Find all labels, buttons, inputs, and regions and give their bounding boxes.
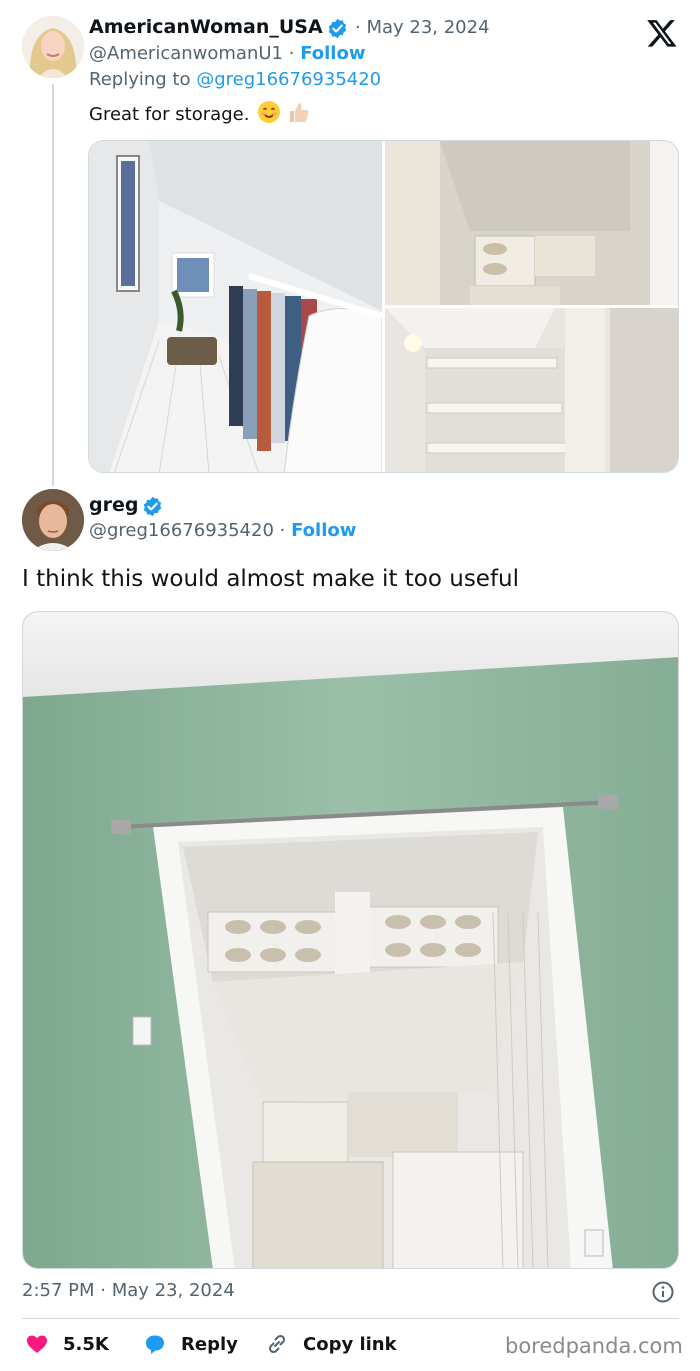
closet-doorway-image [23, 612, 678, 1268]
photo-corner-shelves[interactable] [385, 308, 678, 472]
follow-button[interactable]: Follow [300, 43, 365, 64]
link-icon [268, 1334, 286, 1354]
info-icon[interactable] [651, 1280, 675, 1304]
tweet-text: I think this would almost make it too us… [22, 566, 520, 592]
tweet-text-row: Great for storage. [89, 100, 311, 125]
x-logo-icon[interactable] [646, 17, 678, 49]
tweet-date[interactable]: · May 23, 2024 [355, 17, 490, 38]
thread-line [52, 84, 54, 486]
avatar-portrait [22, 16, 84, 78]
copy-link-label: Copy link [303, 1333, 397, 1355]
likes-count: 5.5K [63, 1333, 109, 1355]
media-grid[interactable] [88, 140, 679, 473]
heart-icon [27, 1335, 47, 1353]
avatar[interactable] [22, 489, 84, 551]
replying-to: Replying to @greg16676935420 [89, 69, 381, 90]
handle-row: @AmericanwomanU1 · Follow [89, 43, 365, 64]
replying-handle-link[interactable]: @greg16676935420 [196, 69, 381, 90]
verified-badge-icon [328, 18, 347, 39]
reply-label: Reply [181, 1333, 238, 1355]
divider [22, 1318, 679, 1319]
copy-link-button[interactable]: Copy link [265, 1330, 397, 1358]
under-eaves-image [385, 141, 678, 305]
tweet-text: Great for storage. [89, 104, 250, 125]
author-name[interactable]: AmericanWoman_USA [89, 16, 323, 38]
author-name[interactable]: greg [89, 494, 138, 516]
avatar[interactable] [22, 16, 84, 78]
avatar-portrait [22, 489, 84, 551]
author-handle[interactable]: @greg16676935420 [89, 520, 274, 541]
handle-row: @greg16676935420 · Follow [89, 520, 356, 541]
follow-button[interactable]: Follow [291, 520, 356, 541]
author-handle[interactable]: @AmericanwomanU1 [89, 43, 283, 64]
attic-closet-image [89, 141, 382, 472]
separator: · [288, 43, 295, 64]
photo-attic-closet[interactable] [89, 141, 382, 472]
thumbs-up-emoji [289, 103, 309, 122]
like-button[interactable]: 5.5K [25, 1330, 109, 1358]
reply-button[interactable]: Reply [143, 1330, 238, 1358]
tweet-timestamp[interactable]: 2:57 PM · May 23, 2024 [22, 1280, 235, 1301]
verified-badge-icon [143, 496, 162, 517]
photo-closet-doorway[interactable] [22, 611, 679, 1269]
reply-icon [146, 1335, 164, 1354]
watermark: boredpanda.com [505, 1334, 683, 1358]
corner-shelves-image [385, 308, 678, 472]
separator: · [279, 520, 286, 541]
photo-under-eaves-shelves[interactable] [385, 141, 678, 305]
replying-prefix: Replying to [89, 69, 191, 90]
smiling-face-emoji [258, 101, 281, 123]
